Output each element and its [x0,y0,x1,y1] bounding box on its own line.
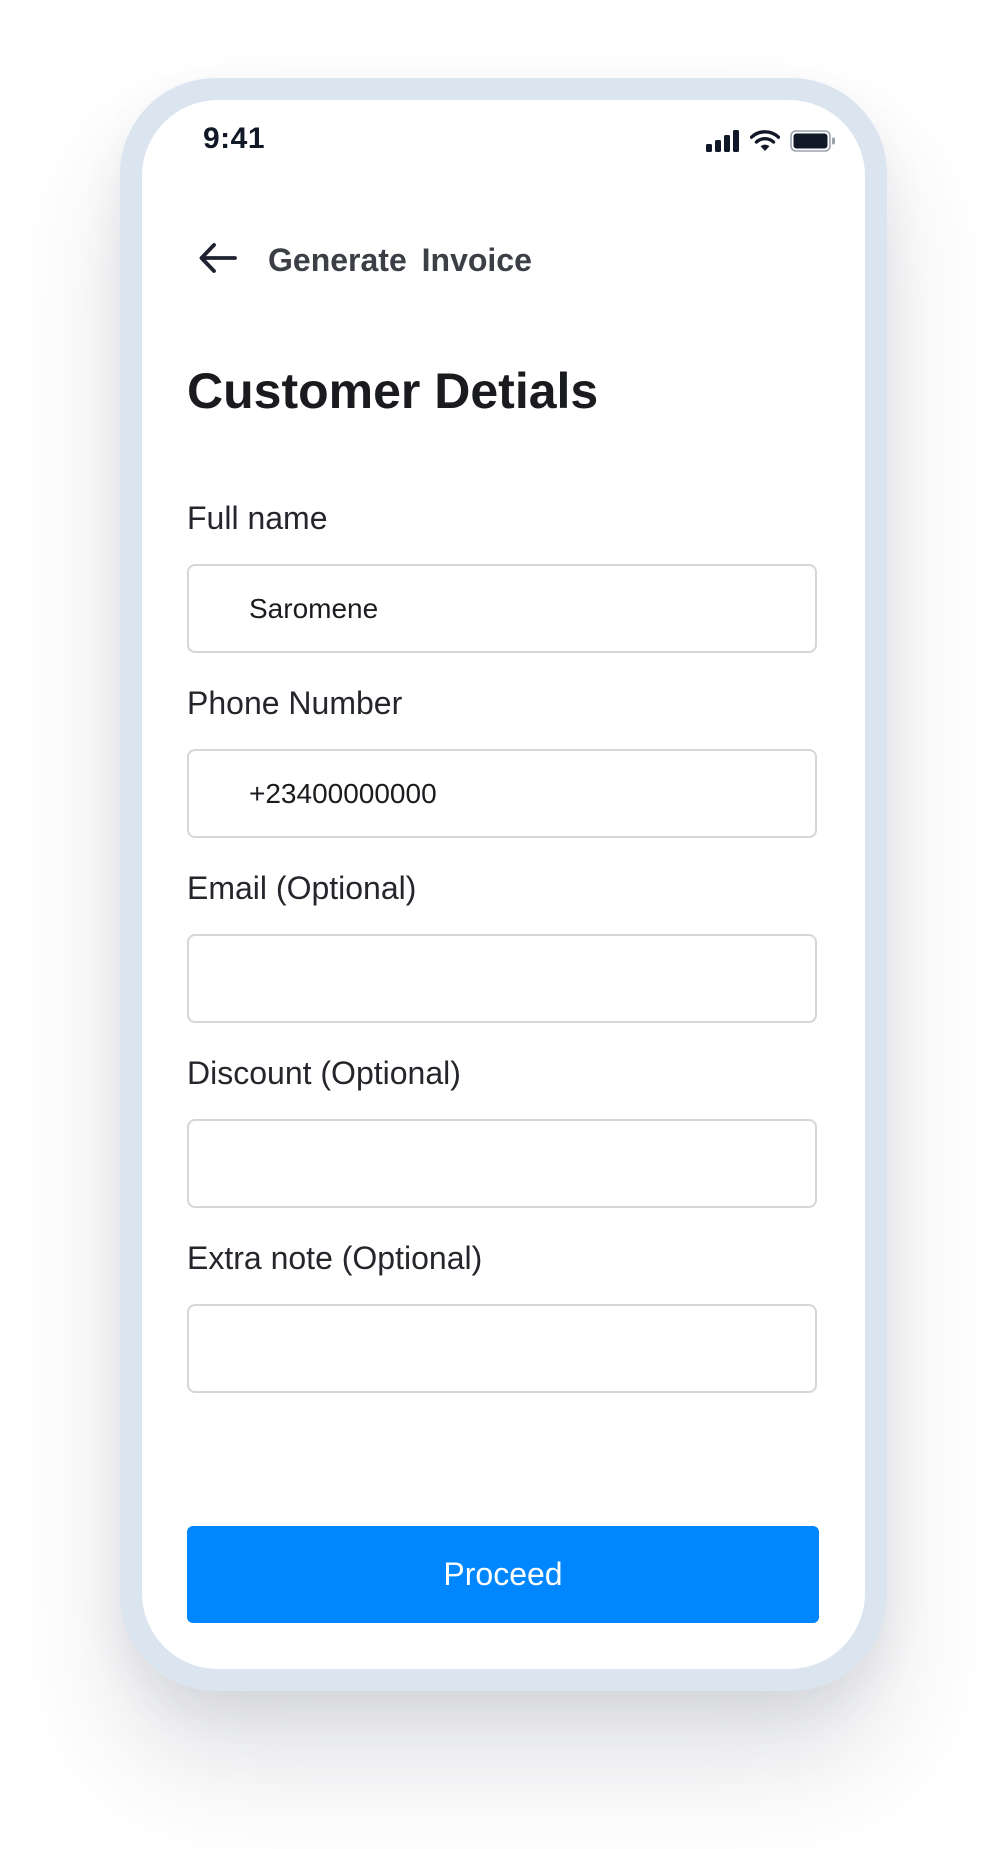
phone-number-label: Phone Number [187,685,403,721]
discount-label: Discount (Optional) [187,1055,461,1091]
full-name-label: Full name [187,500,328,536]
proceed-button[interactable]: Proceed [187,1526,819,1623]
full-name-field: Full name [187,496,817,653]
status-bar: 9:41 [142,100,865,190]
wifi-icon [749,129,781,157]
page-title: Customer Detials [187,363,599,419]
email-field: Email (Optional) [187,866,817,1023]
phone-screen: 9:41 Generate Invoice Customer Detials F… [142,100,865,1669]
canvas: 9:41 Generate Invoice Customer Detials F… [0,0,1005,1849]
battery-icon [790,129,836,157]
phone-number-field: Phone Number [187,681,817,838]
discount-input[interactable] [187,1119,817,1208]
back-button[interactable] [186,228,250,292]
signal-icon [706,129,740,157]
email-label: Email (Optional) [187,870,417,906]
arrow-left-icon [198,242,238,279]
extra-note-label: Extra note (Optional) [187,1240,483,1276]
status-icons [706,128,836,158]
navigation-bar: Generate Invoice [142,220,865,306]
status-time: 9:41 [203,122,266,155]
discount-field: Discount (Optional) [187,1051,817,1208]
nav-title: Generate Invoice [268,242,532,278]
phone-frame: 9:41 Generate Invoice Customer Detials F… [120,78,887,1691]
extra-note-field: Extra note (Optional) [187,1236,817,1393]
full-name-input[interactable] [187,564,817,653]
extra-note-input[interactable] [187,1304,817,1393]
email-input[interactable] [187,934,817,1023]
phone-number-input[interactable] [187,749,817,838]
